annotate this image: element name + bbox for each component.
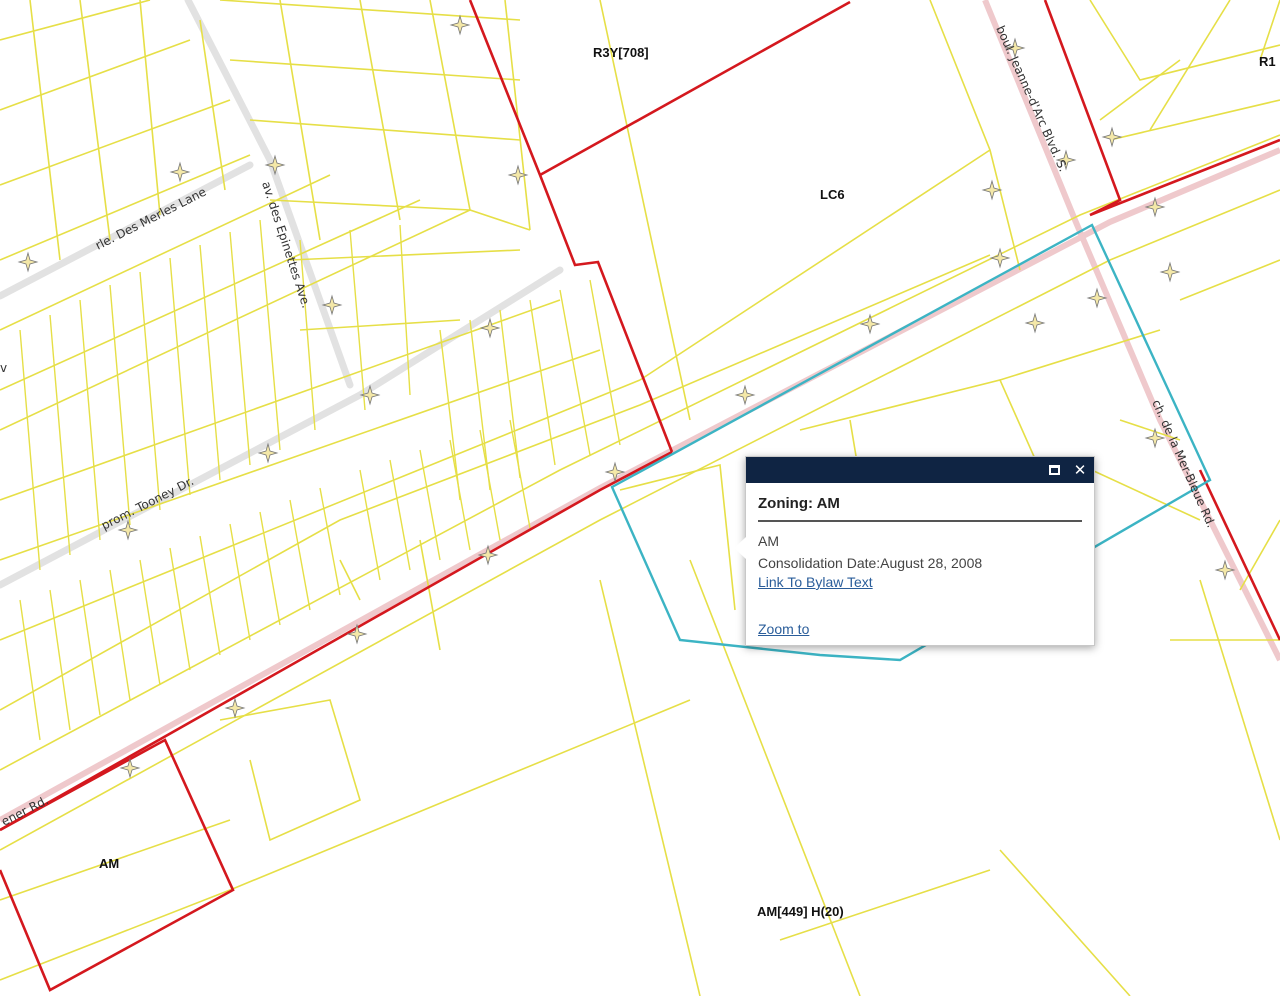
popup-title: Zoning: AM	[758, 495, 1082, 522]
bylaw-link[interactable]: Link To Bylaw Text	[758, 573, 873, 592]
zone-label-lc6: LC6	[820, 187, 845, 202]
local-streets	[0, 0, 564, 589]
zoom-to-link[interactable]: Zoom to	[758, 620, 809, 639]
zone-label-r1: R1	[1259, 54, 1276, 69]
street-label-jeanne: boul. Jeanne-d'Arc Blvd. S.	[993, 24, 1070, 174]
consolidation-date: Consolidation Date:August 28, 2008	[758, 555, 983, 571]
zoning-popup: ✕ Zoning: AM AM Consolidation Date:Augus…	[734, 456, 1095, 646]
arterial-roads	[0, 0, 1280, 823]
street-label-partial-w: v	[0, 361, 7, 375]
close-icon[interactable]: ✕	[1072, 462, 1088, 478]
street-label-partial-rd: ener Rd.	[0, 793, 51, 829]
street-label-tooney: prom. Tooney Dr.	[99, 474, 196, 533]
maximize-icon[interactable]	[1046, 462, 1062, 478]
zone-label-am-west: AM	[99, 856, 119, 871]
street-label-merles: rle. Des Merles Lane	[93, 185, 208, 253]
zone-label-am-south: AM[449] H(20)	[757, 904, 844, 919]
popup-pointer	[734, 537, 746, 559]
zone-label-r3y: R3Y[708]	[593, 45, 649, 60]
zone-code: AM	[758, 533, 779, 549]
popup-body: Zoning: AM AM Consolidation Date:August …	[746, 483, 1094, 639]
popup-header: ✕	[746, 457, 1094, 483]
